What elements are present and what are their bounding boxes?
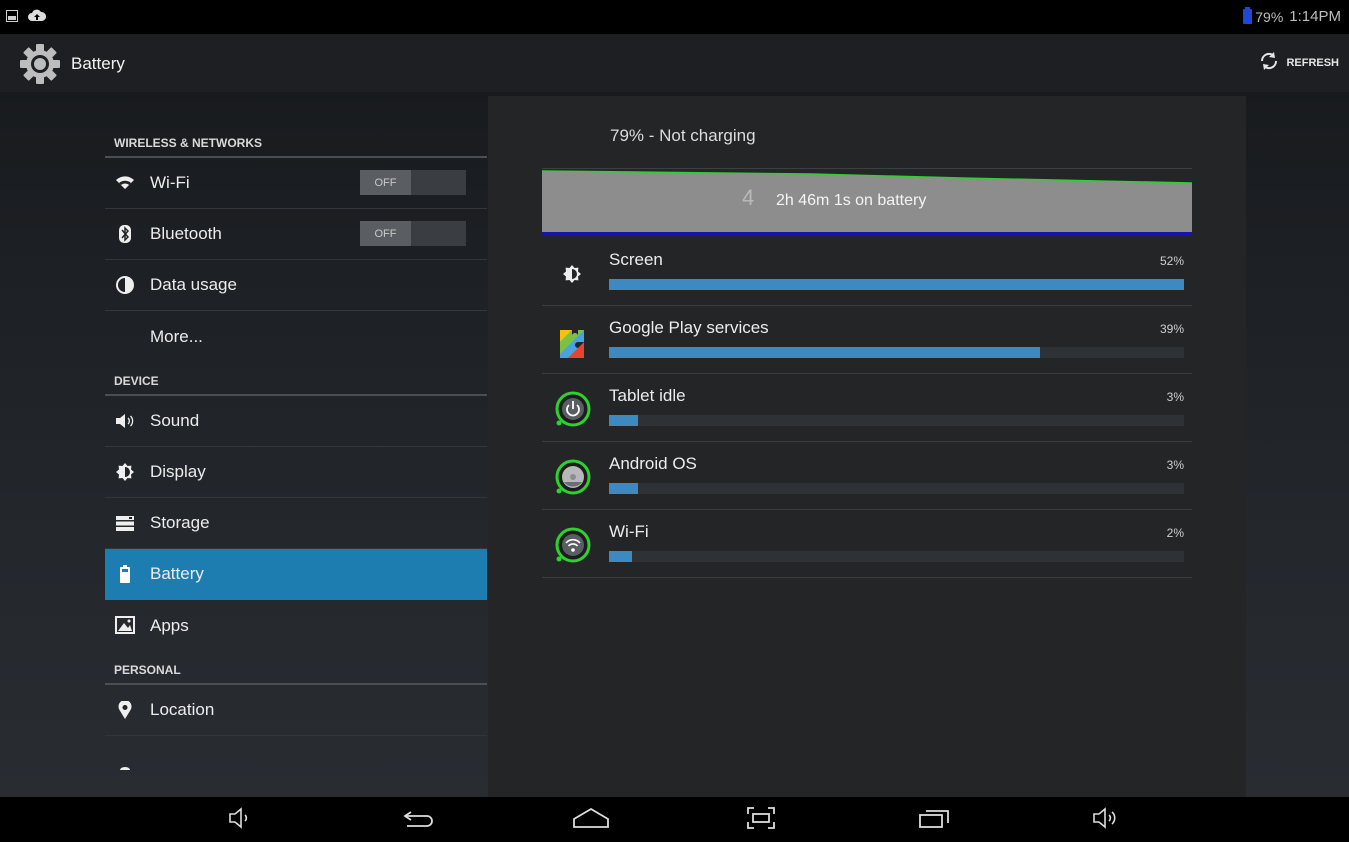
toggle-state: OFF: [360, 170, 411, 195]
usage-percent: 3%: [1166, 458, 1184, 472]
usage-bar-fill: [609, 347, 1041, 358]
usage-name: Android OS: [609, 454, 697, 473]
speaker-icon: [114, 410, 136, 432]
usage-bar-fill: [609, 279, 1184, 290]
settings-item-label: Storage: [150, 513, 210, 532]
location-icon: [114, 699, 136, 721]
settings-item-label: Display: [150, 462, 206, 481]
usage-name: Wi-Fi: [609, 522, 649, 541]
usage-bar-fill: [609, 415, 638, 426]
usage-bar-track: [609, 483, 1184, 494]
usage-name: Google Play services: [609, 318, 769, 337]
apps-icon: [114, 614, 136, 636]
settings-item-label: Wi-Fi: [150, 173, 190, 192]
settings-item-sound[interactable]: Sound: [105, 396, 487, 447]
charge-status: 79% - Not charging: [610, 126, 756, 145]
settings-item-label: Sound: [150, 411, 200, 430]
screenshot-icon: [746, 806, 776, 835]
volume-up-icon: [1091, 806, 1119, 834]
settings-item-label: Apps: [150, 615, 189, 635]
toggle-state: OFF: [360, 221, 411, 246]
wifi-toggle[interactable]: OFF: [360, 170, 466, 195]
recent-apps-icon: [918, 807, 950, 834]
usage-bar-track: [609, 347, 1184, 358]
home-button[interactable]: [571, 806, 611, 834]
settings-item-battery[interactable]: Battery: [105, 549, 487, 600]
clock: 1:14PM: [1289, 8, 1341, 25]
settings-item-label: Bluetooth: [150, 224, 222, 243]
usage-bar-track: [609, 415, 1184, 426]
settings-item-storage[interactable]: Storage: [105, 498, 487, 549]
volume-down-button[interactable]: [219, 806, 259, 834]
page-title: Battery: [71, 54, 125, 73]
graph-label-number: 4: [742, 185, 755, 210]
navigation-bar: [0, 797, 1349, 842]
usage-percent: 39%: [1159, 322, 1184, 336]
refresh-button[interactable]: REFRESH: [1258, 50, 1339, 75]
refresh-label: REFRESH: [1286, 56, 1339, 69]
home-icon: [571, 807, 611, 834]
usage-percent: 2%: [1166, 526, 1184, 540]
battery-detail-pane: 79% - Not charging 4 2h 46m 1s on batter…: [488, 96, 1246, 797]
bluetooth-toggle[interactable]: OFF: [360, 221, 466, 246]
back-icon: [401, 808, 437, 833]
wifi-icon: [552, 526, 592, 566]
status-bar: 79% 1:14PM: [0, 0, 1349, 34]
recent-apps-button[interactable]: [914, 806, 954, 834]
usage-bar-fill: [609, 483, 638, 494]
usage-bar-track: [609, 551, 1184, 562]
settings-list: WIRELESS & NETWORKS Wi-Fi OFF Bluetooth …: [105, 96, 487, 796]
section-header-wireless: WIRELESS & NETWORKS: [105, 96, 487, 158]
time-on-battery: 2h 46m 1s on battery: [776, 192, 927, 209]
battery-history-graph[interactable]: 4 2h 46m 1s on battery: [542, 168, 1192, 238]
cloud-upload-icon: [28, 9, 47, 27]
data-usage-icon: [114, 274, 136, 296]
usage-name: Tablet idle: [609, 386, 686, 405]
refresh-icon: [1258, 50, 1280, 75]
section-header-device: DEVICE: [105, 362, 487, 396]
settings-item-data-usage[interactable]: Data usage: [105, 260, 487, 311]
partial-item-icon: [114, 750, 136, 772]
settings-item-display[interactable]: Display: [105, 447, 487, 498]
usage-row-google-play-services[interactable]: Google Play services 39%: [542, 306, 1192, 374]
settings-item-label: Battery: [150, 564, 204, 583]
bluetooth-icon: [114, 223, 136, 245]
volume-down-icon: [227, 806, 251, 834]
settings-item-label: Data usage: [150, 275, 237, 294]
settings-item-apps[interactable]: Apps: [105, 600, 487, 651]
usage-bar-track: [609, 279, 1184, 290]
settings-gear-icon[interactable]: [19, 43, 61, 85]
section-header-personal: PERSONAL: [105, 651, 487, 685]
brightness-icon: [114, 461, 136, 483]
usage-name: Screen: [609, 250, 663, 269]
settings-item-wifi[interactable]: Wi-Fi OFF: [105, 158, 487, 209]
usage-row-wifi[interactable]: Wi-Fi 2%: [542, 510, 1192, 578]
settings-item-more[interactable]: More...: [105, 311, 487, 362]
picture-icon: [6, 9, 18, 27]
android-os-icon: [552, 458, 592, 498]
settings-item-bluetooth[interactable]: Bluetooth OFF: [105, 209, 487, 260]
brightness-icon: [552, 254, 592, 294]
wifi-icon: [114, 172, 136, 194]
back-button[interactable]: [399, 806, 439, 834]
usage-percent: 3%: [1166, 390, 1184, 404]
usage-row-android-os[interactable]: Android OS 3%: [542, 442, 1192, 510]
settings-item-location[interactable]: Location: [105, 685, 487, 736]
usage-percent: 52%: [1159, 254, 1184, 268]
usage-bar-fill: [609, 551, 632, 562]
battery-percent: 79%: [1255, 8, 1284, 25]
screenshot-button[interactable]: [741, 806, 781, 834]
google-play-services-icon: [552, 322, 592, 362]
action-bar: Battery REFRESH: [0, 34, 1349, 92]
usage-row-screen[interactable]: Screen 52%: [542, 238, 1192, 306]
battery-status-icon: [1243, 7, 1253, 24]
settings-item-label: More...: [150, 326, 203, 346]
storage-icon: [114, 512, 136, 534]
usage-row-tablet-idle[interactable]: Tablet idle 3%: [542, 374, 1192, 442]
settings-item-partial[interactable]: [105, 736, 487, 787]
settings-item-label: Location: [150, 700, 215, 719]
power-icon: [552, 390, 592, 430]
volume-up-button[interactable]: [1085, 806, 1125, 834]
battery-icon: [114, 563, 136, 585]
